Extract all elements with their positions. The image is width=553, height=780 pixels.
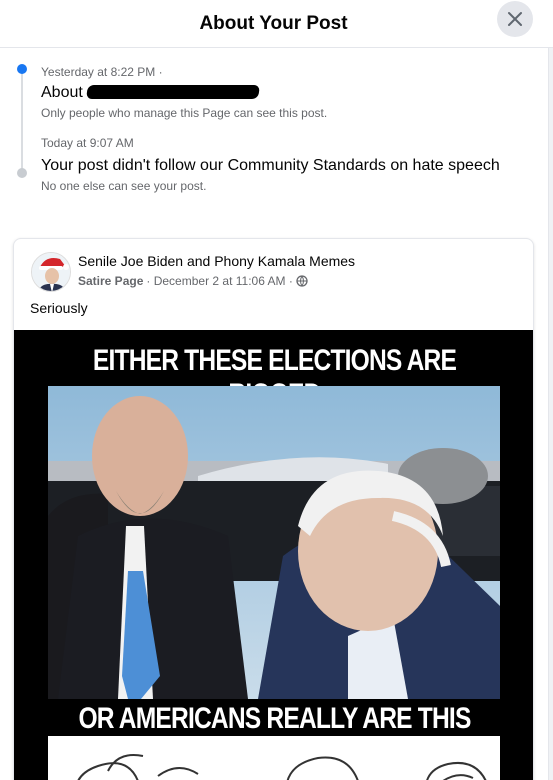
page-category: Satire Page xyxy=(78,274,144,288)
redaction-scribble xyxy=(85,85,260,99)
event-subtitle: No one else can see your post. xyxy=(41,179,207,193)
page-name-link[interactable]: Senile Joe Biden and Phony Kamala Memes xyxy=(78,253,355,269)
photo-illustration xyxy=(48,386,500,699)
timeline-dot xyxy=(17,168,27,178)
close-button[interactable] xyxy=(497,1,533,37)
globe-icon xyxy=(296,275,308,287)
dialog-header: About Your Post xyxy=(0,0,553,48)
event-title: About xyxy=(41,82,327,103)
post-caption: Seriously xyxy=(30,300,88,316)
timeline-event: Yesterday at 8:22 PM · About Only people… xyxy=(41,65,327,120)
sketch-drawing xyxy=(77,754,487,780)
page-avatar[interactable] xyxy=(31,252,71,292)
event-title-text: About xyxy=(41,84,83,101)
post-date[interactable]: · December 2 at 11:06 AM · xyxy=(146,274,293,288)
meme-image[interactable]: EITHER THESE ELECTIONS ARE RIGGED xyxy=(14,330,533,780)
meme-photo xyxy=(48,386,500,699)
avatar-image xyxy=(32,253,70,291)
dialog-title: About Your Post xyxy=(199,12,348,34)
event-time: Yesterday at 8:22 PM · xyxy=(41,65,163,79)
meme-bottom-sketch xyxy=(48,736,500,780)
timeline-line xyxy=(21,69,23,173)
post-activity-timeline: Yesterday at 8:22 PM · About Only people… xyxy=(0,48,553,228)
about-post-dialog: About Your Post Yesterday at 8:22 PM · A… xyxy=(0,0,553,780)
timeline-event: Today at 9:07 AM Your post didn't follow… xyxy=(41,136,511,193)
close-icon xyxy=(508,12,522,26)
event-title: Your post didn't follow our Community St… xyxy=(41,157,500,174)
event-subtitle: Only people who manage this Page can see… xyxy=(41,106,328,120)
event-time: Today at 9:07 AM xyxy=(41,136,134,150)
post-meta: Satire Page · December 2 at 11:06 AM · xyxy=(78,274,308,288)
post-card: Senile Joe Biden and Phony Kamala Memes … xyxy=(13,238,534,780)
timeline-dot-current xyxy=(17,64,27,74)
